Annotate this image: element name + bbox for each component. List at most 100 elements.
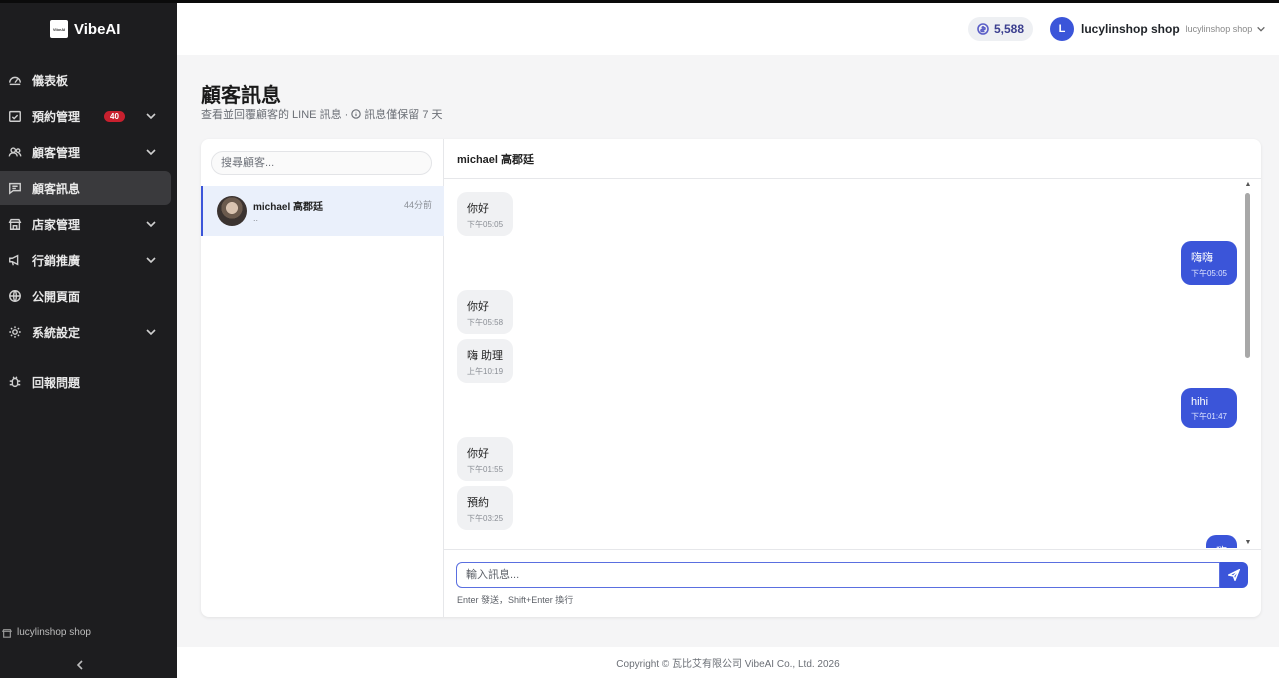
sidebar-item-marketing[interactable]: 行銷推廣 [0,243,171,277]
message-time: 下午05:05 [1190,269,1227,278]
sidebar-item-label: 公開頁面 [32,289,81,304]
message-text: 你好 [467,448,489,460]
message-time: 上午10:19 [467,367,504,376]
message-text: 你好 [467,301,489,313]
message-bubble-outgoing: 嗨 [1206,535,1237,548]
message-input[interactable] [456,562,1220,588]
sidebar-item-label: 店家管理 [32,217,81,232]
conversation-name: michael 高郡廷 [253,202,324,213]
message-time: 下午01:47 [1190,412,1227,421]
search-input[interactable] [211,151,432,175]
page-subtitle: 查看並回覆顧客的 LINE 訊息 · 訊息僅保留 7 天 [201,106,443,122]
sidebar-item-label: 顧客管理 [32,145,81,160]
user-name: lucylinshop shop [1081,22,1180,36]
page-title: 顧客訊息 [201,85,281,107]
user-menu[interactable]: L lucylinshop shop lucylinshop shop [1050,17,1266,41]
sidebar-item-bookings[interactable]: 預約管理 40 [0,99,171,133]
message-time: 下午05:58 [467,318,504,327]
messages-card: michael 高郡廷 44分前 .. michael 高郡廷 你好 下午05:… [201,139,1261,617]
sidebar-item-label: 回報問題 [32,375,81,390]
sidebar-shop-name: lucylinshop shop [17,627,91,638]
message-time: 下午03:25 [467,514,504,523]
brand[interactable]: VibeAI VibeAI [0,3,177,55]
dashboard-icon [8,73,22,87]
brand-logo: VibeAI [50,20,68,38]
calendar-check-icon [8,109,22,123]
message-icon [8,181,22,195]
message-composer: Enter 發送，Shift+Enter 換行 [444,549,1261,617]
store-icon [8,217,22,231]
chevron-left-icon [76,660,83,670]
message-text: hihi [1190,396,1209,408]
globe-icon [8,289,22,303]
credits-value: 5,588 [994,22,1025,36]
sidebar-item-messages[interactable]: 顧客訊息 [0,171,171,205]
sidebar-item-store[interactable]: 店家管理 [0,207,171,241]
message-text: 你好 [467,203,489,215]
send-icon [1228,569,1240,581]
collapse-sidebar-button[interactable] [74,658,88,672]
user-shop: lucylinshop shop [1185,24,1253,34]
avatar [217,196,247,226]
sidebar-item-dashboard[interactable]: 儀表板 [0,63,171,97]
credits-pill[interactable]: 5,588 [968,17,1034,41]
message-bubble-incoming: 你好 下午05:58 [457,290,514,334]
message-bubble-incoming: 預約 下午03:25 [457,486,514,530]
bookings-count-badge: 40 [104,110,125,122]
message-text: 嗨 助理 [467,350,504,362]
chevron-down-icon[interactable] [145,326,157,338]
send-button[interactable] [1220,562,1248,588]
conversation-time: 44分前 [403,200,432,210]
chat-panel: michael 高郡廷 你好 下午05:05 嗨嗨 下午05:05 你好 下午0… [444,139,1261,617]
message-time: 下午01:55 [467,465,504,474]
scroll-up-icon[interactable]: ▲ [1244,181,1252,189]
page-subtitle-main: 查看並回覆顧客的 LINE 訊息 · [201,109,349,121]
bug-icon [8,375,22,389]
conversation-preview: .. [253,213,259,223]
sidebar-item-label: 儀表板 [32,73,69,88]
info-icon [351,109,362,119]
sidebar-item-label: 行銷推廣 [32,253,81,268]
scroll-down-icon[interactable]: ▼ [1244,539,1252,547]
chat-header: michael 高郡廷 [444,139,1261,179]
page-footer: Copyright © 瓦比艾有限公司 VibeAI Co., Ltd. 202… [177,647,1279,678]
gear-icon [8,325,22,339]
message-text: 嗨 [1216,543,1227,548]
sidebar-item-label: 顧客訊息 [32,181,81,196]
message-bubble-incoming: 你好 下午01:55 [457,437,514,481]
coin-icon [977,23,989,35]
message-time: 下午05:05 [467,220,504,229]
sidebar-item-settings[interactable]: 系統設定 [0,315,171,349]
sidebar-shop: lucylinshop shop [0,627,91,638]
users-icon [8,145,22,159]
chevron-down-icon [1257,26,1266,32]
chevron-down-icon[interactable] [145,146,157,158]
brand-name: VibeAI [74,20,121,38]
message-thread[interactable]: 你好 下午05:05 嗨嗨 下午05:05 你好 下午05:58 嗨 助理 上午… [444,180,1261,548]
avatar: L [1050,17,1074,41]
sidebar-item-label: 系統設定 [32,325,81,340]
message-bubble-outgoing: 嗨嗨 下午05:05 [1180,241,1237,285]
sidebar-nav: 儀表板 預約管理 40 顧客管理 顧客訊息 店家管理 行銷推廣 公開頁面 系統設… [0,63,177,399]
conversation-list: michael 高郡廷 44分前 .. [201,139,444,617]
sidebar-item-label: 預約管理 [32,109,81,124]
message-text: 嗨嗨 [1190,252,1213,264]
sidebar: VibeAI VibeAI 儀表板 預約管理 40 顧客管理 顧客訊息 店家管理 [0,0,177,678]
thread-scrollbar[interactable]: ▲ ▼ [1244,180,1252,548]
nav-gap [0,351,177,363]
chevron-down-icon[interactable] [145,254,157,266]
message-bubble-outgoing: hihi 下午01:47 [1180,388,1237,428]
chevron-down-icon[interactable] [145,110,157,122]
sidebar-item-public-page[interactable]: 公開頁面 [0,279,171,313]
message-text: 預約 [467,497,489,509]
sidebar-item-customers[interactable]: 顧客管理 [0,135,171,169]
composer-hint: Enter 發送，Shift+Enter 換行 [457,595,574,605]
store-small-icon [2,628,12,638]
chevron-down-icon[interactable] [145,218,157,230]
scroll-thumb[interactable] [1245,193,1250,358]
page-subtitle-note: 訊息僅保留 7 天 [364,109,443,121]
message-bubble-incoming: 你好 下午05:05 [457,192,514,236]
conversation-item[interactable]: michael 高郡廷 44分前 .. [201,186,444,236]
sidebar-item-report-issue[interactable]: 回報問題 [0,365,171,399]
message-bubble-incoming: 嗨 助理 上午10:19 [457,339,514,383]
